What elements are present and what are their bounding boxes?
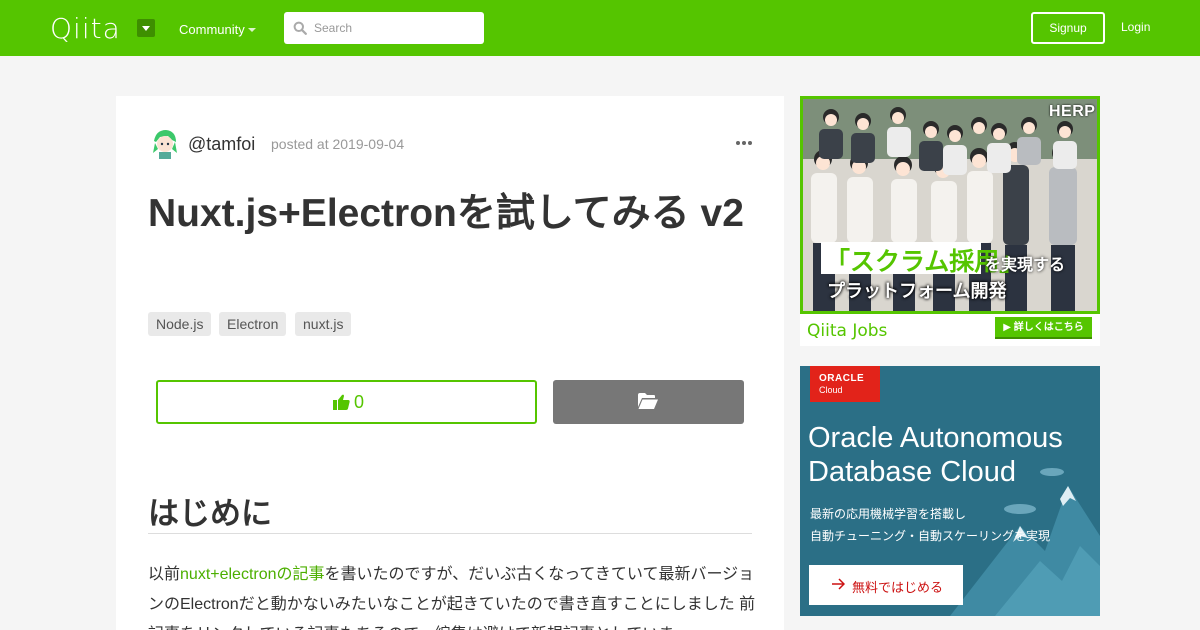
folder-open-icon — [638, 393, 658, 409]
logo-dropdown-icon[interactable] — [137, 19, 155, 37]
search-icon — [293, 21, 307, 35]
more-options-icon[interactable] — [736, 141, 752, 147]
oracle-product: Cloud — [819, 385, 843, 395]
oracle-ad-subtitle: 最新の応用機械学習を搭載し 自動チューニング・自動スケーリングを実現 — [810, 503, 1050, 547]
avatar[interactable] — [148, 127, 180, 159]
community-menu[interactable]: Community — [179, 22, 245, 37]
oracle-cloud-badge: ORACLE Cloud — [810, 366, 880, 402]
tag-nodejs[interactable]: Node.js — [148, 312, 212, 336]
article-paragraph: 以前nuxt+electronの記事を書いたのですが、だいぶ古くなってきていて最… — [148, 560, 758, 630]
site-header: Qiita Community Signup Login — [0, 0, 1200, 56]
qiita-jobs-logo: Qiita Jobs — [807, 321, 888, 341]
oracle-free-start-button[interactable]: 無料ではじめる — [809, 565, 963, 605]
oracle-ad[interactable]: ORACLE Cloud Oracle Autonomous Database … — [800, 366, 1100, 616]
search-box[interactable] — [284, 12, 484, 44]
ad-headline-line2: プラットフォーム開発 — [827, 281, 1007, 301]
like-button[interactable]: 0 — [156, 380, 537, 424]
author-username[interactable]: @tamfoi — [188, 134, 255, 155]
tag-nuxtjs[interactable]: nuxt.js — [295, 312, 352, 336]
oracle-ad-subtitle-line1: 最新の応用機械学習を搭載し — [810, 507, 967, 521]
tag-electron[interactable]: Electron — [219, 312, 287, 336]
posted-date: posted at 2019-09-04 — [271, 136, 405, 152]
section-divider — [148, 533, 752, 534]
previous-article-link[interactable]: nuxt+electronの記事 — [180, 566, 325, 583]
oracle-cta-label: 無料ではじめる — [852, 580, 944, 595]
paragraph-prefix: 以前 — [148, 566, 181, 583]
ad-details-button[interactable]: ▶ 詳しくはこちら — [995, 317, 1092, 339]
signup-button[interactable]: Signup — [1031, 12, 1105, 44]
login-link[interactable]: Login — [1121, 20, 1150, 34]
arrow-right-icon — [832, 578, 845, 590]
chevron-down-icon[interactable] — [248, 28, 256, 32]
qiita-jobs-ad[interactable]: HERP 「スクラム採用」 を実現する プラットフォーム開発 Qiita Job… — [800, 96, 1100, 346]
oracle-ad-title: Oracle Autonomous Database Cloud — [808, 422, 1063, 488]
like-count: 0 — [354, 392, 365, 412]
qiita-logo[interactable]: Qiita — [50, 12, 121, 45]
stock-button[interactable] — [553, 380, 744, 424]
herp-logo: HERP — [1049, 103, 1096, 120]
thumbs-up-icon — [333, 394, 350, 410]
team-photo: HERP 「スクラム採用」 を実現する プラットフォーム開発 — [800, 96, 1100, 314]
oracle-brand: ORACLE — [819, 373, 865, 384]
article-card — [116, 96, 784, 630]
section-heading: はじめに — [148, 496, 272, 531]
search-input[interactable] — [314, 12, 479, 44]
oracle-ad-subtitle-line2: 自動チューニング・自動スケーリングを実現 — [810, 529, 1051, 543]
article-title: Nuxt.js+Electronを試してみる v2 — [148, 192, 744, 235]
ad-headline-tail: を実現する — [985, 257, 1066, 274]
